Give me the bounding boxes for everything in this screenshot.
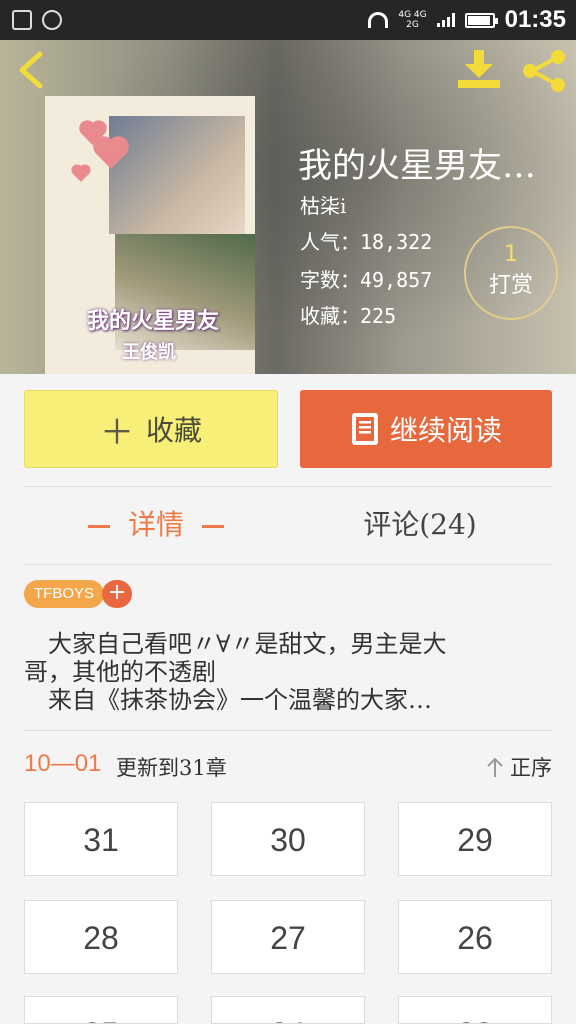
reward-label: 打赏 [488, 273, 533, 298]
continue-reading-button[interactable]: 继续阅读 [300, 390, 552, 468]
description-line: 哥，其他的不透剧 [24, 658, 216, 686]
collect-button[interactable]: ＋ 收藏 [24, 390, 278, 468]
headset-icon [368, 12, 389, 28]
battery-icon [464, 12, 498, 28]
reward-count: 1 [504, 242, 518, 267]
favorites-label: 收藏： [300, 304, 360, 328]
book-author[interactable]: 枯柒i [300, 190, 346, 219]
continue-reading-label: 继续阅读 [389, 414, 502, 447]
reward-button[interactable]: 1 打赏 [464, 226, 558, 320]
chapter-button[interactable]: 27 [211, 900, 365, 974]
add-tag-button[interactable]: + [102, 580, 132, 608]
status-left-icons [12, 10, 62, 30]
network-type-top: 4G 4G [398, 10, 427, 20]
tab-comments[interactable]: 评论(24) [288, 500, 552, 550]
word-count-label: 字数： [300, 268, 360, 292]
chapter-button[interactable]: 24 [211, 996, 365, 1024]
share-icon[interactable] [520, 48, 568, 94]
image-notification-icon [12, 10, 32, 30]
tab-detail-label: 详情 [127, 508, 184, 541]
collect-label: 收藏 [145, 414, 202, 447]
battery-level [467, 15, 490, 25]
favorites-value: 225 [360, 304, 397, 328]
sort-order-label: 正序 [510, 756, 552, 780]
signal-icon [436, 13, 455, 27]
clock: 01:35 [504, 6, 566, 33]
book-header: 我的火星男友 王俊凯 我的火星男友… 枯柒i 人气：18,322 字数：49,8… [0, 40, 576, 374]
back-arrow-icon[interactable] [14, 50, 54, 90]
download-icon[interactable] [456, 48, 502, 92]
book-icon [351, 413, 378, 445]
description-line: 大家自己看吧〃∀〃是甜文，男主是大 [24, 630, 447, 658]
popularity-stat: 人气：18,322 [300, 226, 432, 255]
sync-notification-icon [42, 10, 62, 30]
popularity-label: 人气： [300, 230, 360, 254]
heart-icon [73, 166, 89, 182]
update-date: 10—01 [24, 750, 102, 777]
book-cover[interactable]: 我的火星男友 王俊凯 [45, 96, 255, 374]
plus-icon: ＋ [99, 412, 134, 453]
word-count-value: 49,857 [360, 268, 433, 292]
book-description[interactable]: 大家自己看吧〃∀〃是甜文，男主是大 哥，其他的不透剧 来自《抹茶协会》一个温馨的… [24, 630, 552, 714]
chapter-button[interactable]: 30 [211, 802, 365, 876]
network-type-bottom: 2G [406, 20, 419, 30]
word-count-stat: 字数：49,857 [300, 264, 432, 293]
status-right: 4G 4G 2G 01:35 [368, 0, 566, 40]
tab-dash-left [87, 525, 110, 528]
tag-tfboys[interactable]: TFBOYS [24, 580, 105, 608]
popularity-value: 18,322 [360, 230, 433, 254]
divider [24, 564, 552, 565]
tab-dash-right [202, 525, 224, 528]
cover-photo-top [109, 116, 245, 234]
chapter-button[interactable]: 29 [398, 802, 552, 876]
chapter-button[interactable]: 25 [24, 996, 178, 1024]
divider [24, 486, 552, 487]
chapter-button[interactable]: 26 [398, 900, 552, 974]
status-bar: 4G 4G 2G 01:35 [0, 0, 576, 40]
sort-order-toggle[interactable]: 正序 [486, 752, 552, 782]
arrow-up-icon [487, 757, 503, 777]
update-text: 更新到31章 [116, 756, 227, 780]
description-line: 来自《抹茶协会》一个温馨的大家… [24, 686, 432, 714]
network-label: 4G 4G 2G [398, 10, 426, 30]
chapter-button[interactable]: 23 [398, 996, 552, 1024]
book-title: 我的火星男友… [298, 146, 536, 186]
divider [24, 730, 552, 731]
chapter-button[interactable]: 28 [24, 900, 178, 974]
cover-title: 我的火星男友 [86, 309, 219, 334]
tab-detail[interactable]: 详情 [24, 500, 288, 550]
chapter-button[interactable]: 31 [24, 802, 178, 876]
cover-subtitle: 王俊凯 [122, 342, 176, 363]
favorites-stat: 收藏：225 [300, 300, 396, 329]
